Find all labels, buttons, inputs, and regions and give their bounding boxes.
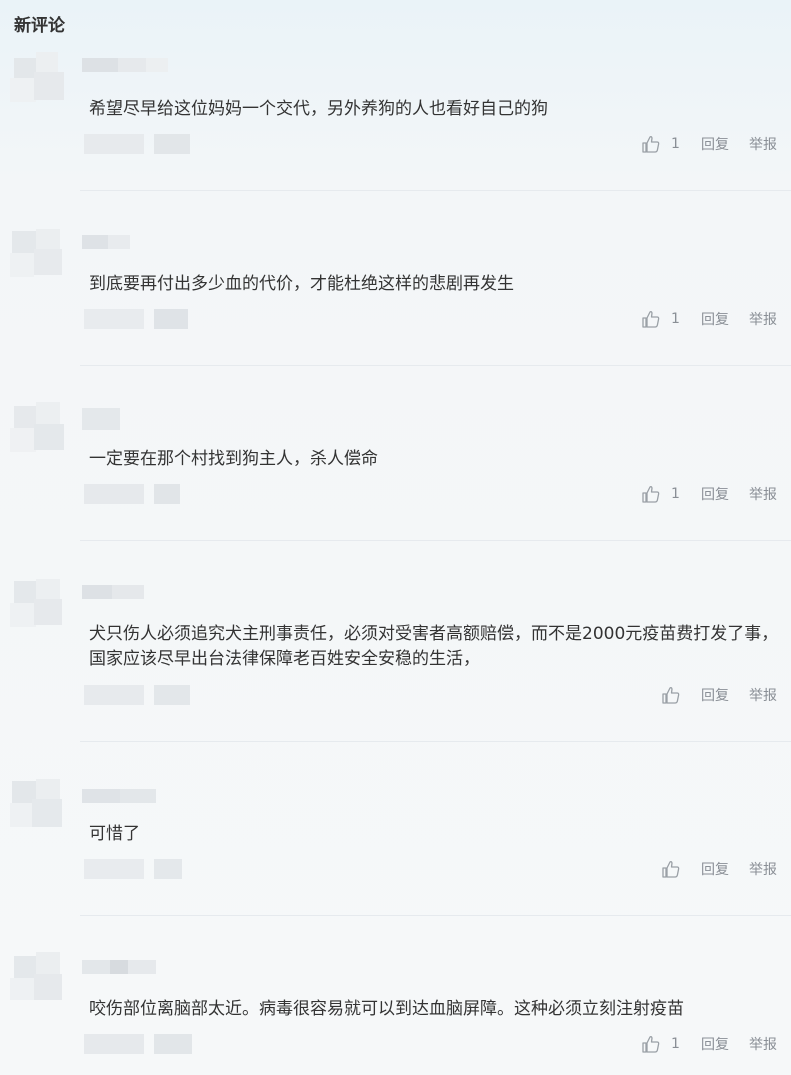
reply-button[interactable]: 回复 <box>701 685 729 705</box>
like-count: 1 <box>671 1036 680 1052</box>
divider <box>80 365 791 366</box>
report-button[interactable]: 举报 <box>749 309 777 329</box>
avatar[interactable] <box>10 50 72 112</box>
like-count: 1 <box>671 486 680 502</box>
comment-meta-blurred <box>84 857 204 879</box>
comment-text: 可惜了 <box>89 824 140 844</box>
thumbs-up-icon[interactable] <box>661 860 681 878</box>
reply-button[interactable]: 回复 <box>701 1034 729 1054</box>
avatar[interactable] <box>10 225 72 287</box>
report-button[interactable]: 举报 <box>749 484 777 504</box>
reply-button[interactable]: 回复 <box>701 484 729 504</box>
comment-item: 希望尽早给这位妈妈一个交代，另外养狗的人也看好自己的狗 1 回复 举报 <box>0 50 791 191</box>
comment-text: 一定要在那个村找到狗主人，杀人偿命 <box>89 449 378 469</box>
avatar[interactable] <box>10 950 72 1012</box>
comment-item: 咬伤部位离脑部太近。病毒很容易就可以到达血脑屏障。这种必须立刻注射疫苗 1 回复… <box>0 950 791 1070</box>
divider <box>80 741 791 742</box>
thumbs-up-icon[interactable] <box>641 135 661 153</box>
comment-meta-blurred <box>84 1032 204 1054</box>
like-count: 1 <box>671 311 680 327</box>
reply-button[interactable]: 回复 <box>701 859 729 879</box>
report-button[interactable]: 举报 <box>749 859 777 879</box>
comment-item: 一定要在那个村找到狗主人，杀人偿命 1 回复 举报 <box>0 400 791 541</box>
report-button[interactable]: 举报 <box>749 685 777 705</box>
divider <box>80 915 791 916</box>
thumbs-up-icon[interactable] <box>661 686 681 704</box>
thumbs-up-icon[interactable] <box>641 485 661 503</box>
report-button[interactable]: 举报 <box>749 1034 777 1054</box>
comment-text: 到底要再付出多少血的代价，才能杜绝这样的悲剧再发生 <box>89 274 514 294</box>
comment-meta-blurred <box>84 307 204 329</box>
avatar[interactable] <box>10 575 72 637</box>
avatar[interactable] <box>10 775 72 837</box>
thumbs-up-icon[interactable] <box>641 310 661 328</box>
reply-button[interactable]: 回复 <box>701 134 729 154</box>
divider <box>80 190 791 191</box>
comment-text: 咬伤部位离脑部太近。病毒很容易就可以到达血脑屏障。这种必须立刻注射疫苗 <box>89 999 684 1019</box>
comment-text: 希望尽早给这位妈妈一个交代，另外养狗的人也看好自己的狗 <box>89 99 548 119</box>
divider <box>80 540 791 541</box>
comment-item: 到底要再付出多少血的代价，才能杜绝这样的悲剧再发生 1 回复 举报 <box>0 225 791 366</box>
report-button[interactable]: 举报 <box>749 134 777 154</box>
comment-item: 可惜了 回复 举报 <box>0 775 791 916</box>
like-count: 1 <box>671 136 680 152</box>
comment-meta-blurred <box>84 683 204 705</box>
comment-meta-blurred <box>84 132 204 154</box>
reply-button[interactable]: 回复 <box>701 309 729 329</box>
comment-text: 犬只伤人必须追究犬主刑事责任，必须对受害者高额赔偿，而不是2000元疫苗费打发了… <box>89 624 779 669</box>
thumbs-up-icon[interactable] <box>641 1035 661 1053</box>
avatar[interactable] <box>10 400 72 462</box>
section-title: 新评论 <box>14 16 65 36</box>
comment-meta-blurred <box>84 482 204 504</box>
comment-item: 犬只伤人必须追究犬主刑事责任，必须对受害者高额赔偿，而不是2000元疫苗费打发了… <box>0 575 791 742</box>
